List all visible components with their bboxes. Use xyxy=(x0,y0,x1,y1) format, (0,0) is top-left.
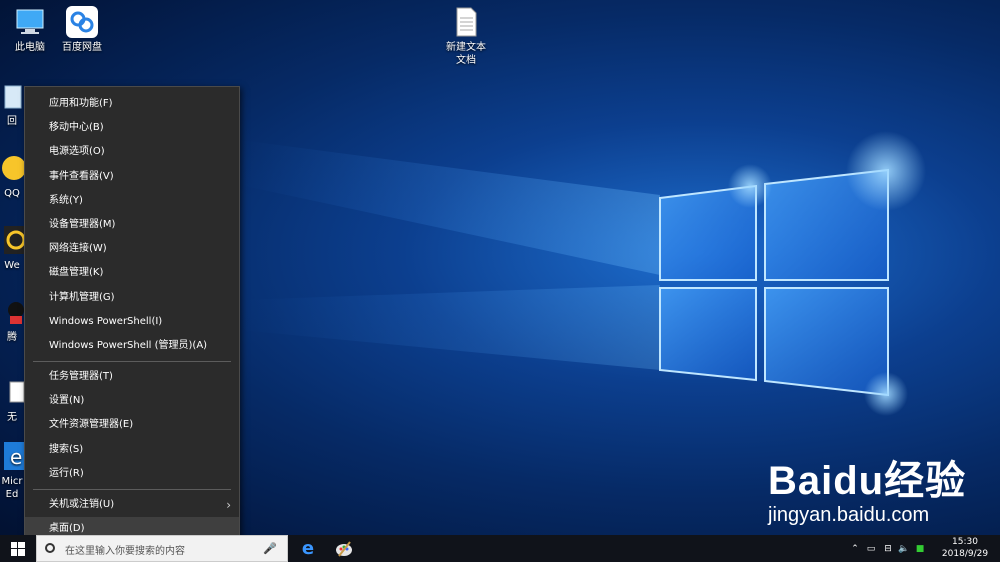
network-icon[interactable]: ⊟ xyxy=(880,544,896,554)
system-tray: ⌃ ▭ ⊟ 🔈 ■ xyxy=(848,535,928,562)
menu-item-system[interactable]: 系统(Y) xyxy=(25,189,239,213)
watermark-url: jingyan.baidu.com xyxy=(768,504,930,526)
desktop-icon-label: 新建文本文档 xyxy=(446,42,486,66)
chevron-up-icon[interactable]: ⌃ xyxy=(848,544,862,554)
menu-item-device-manager[interactable]: 设备管理器(M) xyxy=(25,213,239,237)
menu-item-disk-management[interactable]: 磁盘管理(K) xyxy=(25,261,239,285)
chevron-right-icon: › xyxy=(226,498,231,512)
menu-item-settings[interactable]: 设置(N) xyxy=(25,389,239,413)
volume-icon[interactable]: 🔈 xyxy=(896,544,912,554)
paint-icon xyxy=(336,540,352,557)
menu-item-network-connections[interactable]: 网络连接(W) xyxy=(25,237,239,261)
taskbar-paint-button[interactable] xyxy=(326,535,362,562)
svg-text:e: e xyxy=(10,445,22,469)
desktop-icon-new-text-document[interactable]: 新建文本文档 xyxy=(436,6,496,67)
desktop-icon-baidu-netdisk[interactable]: 百度网盘 xyxy=(52,6,112,54)
microphone-icon[interactable]: 🎤 xyxy=(263,542,277,555)
menu-separator xyxy=(33,489,231,490)
menu-item-shutdown-signout[interactable]: 关机或注销(U) › xyxy=(25,493,239,517)
desktop-icon-label: 此电脑 xyxy=(15,42,45,53)
taskbar-search-box[interactable]: 在这里输入你要搜索的内容 🎤 xyxy=(36,535,288,562)
menu-item-search[interactable]: 搜索(S) xyxy=(25,438,239,462)
baidu-jingyan-watermark: Baidu经验 jingyan.baidu.com xyxy=(768,460,966,526)
menu-item-task-manager[interactable]: 任务管理器(T) xyxy=(25,365,239,389)
cortana-icon xyxy=(45,543,55,553)
taskbar: 在这里输入你要搜索的内容 🎤 e ⌃ ▭ ⊟ 🔈 ■ 15:30 2018/9/… xyxy=(0,535,1000,562)
menu-item-powershell-admin[interactable]: Windows PowerShell (管理员)(A) xyxy=(25,334,239,358)
text-file-icon xyxy=(450,6,482,38)
menu-separator xyxy=(33,361,231,363)
taskbar-edge-button[interactable]: e xyxy=(290,535,326,562)
menu-item-mobility-center[interactable]: 移动中心(B) xyxy=(25,116,239,140)
baidu-netdisk-icon xyxy=(66,6,98,38)
start-button[interactable] xyxy=(0,535,36,562)
menu-item-power-options[interactable]: 电源选项(O) xyxy=(25,140,239,164)
menu-item-label: 关机或注销(U) xyxy=(49,499,115,510)
clock-time: 15:30 xyxy=(952,537,978,547)
desktop-icon-this-pc[interactable]: 此电脑 xyxy=(0,6,60,54)
menu-item-apps-features[interactable]: 应用和功能(F) xyxy=(25,92,239,116)
computer-icon xyxy=(14,6,46,38)
app-tray-icon[interactable]: ■ xyxy=(912,544,928,554)
winx-context-menu: 应用和功能(F) 移动中心(B) 电源选项(O) 事件查看器(V) 系统(Y) … xyxy=(24,86,240,545)
clock-date: 2018/9/29 xyxy=(941,549,989,559)
desktop-icon-label: 百度网盘 xyxy=(62,42,102,53)
search-placeholder: 在这里输入你要搜索的内容 xyxy=(65,546,185,557)
menu-item-computer-management[interactable]: 计算机管理(G) xyxy=(25,286,239,310)
taskbar-clock[interactable]: 15:30 2018/9/29 xyxy=(936,536,994,560)
menu-item-run[interactable]: 运行(R) xyxy=(25,462,239,486)
windows-start-icon xyxy=(11,541,25,556)
watermark-brand: Baidu经验 xyxy=(768,459,967,503)
menu-item-file-explorer[interactable]: 文件资源管理器(E) xyxy=(25,413,239,437)
menu-item-event-viewer[interactable]: 事件查看器(V) xyxy=(25,165,239,189)
menu-item-powershell[interactable]: Windows PowerShell(I) xyxy=(25,310,239,334)
battery-icon[interactable]: ▭ xyxy=(862,544,880,554)
edge-icon: e xyxy=(301,538,315,559)
